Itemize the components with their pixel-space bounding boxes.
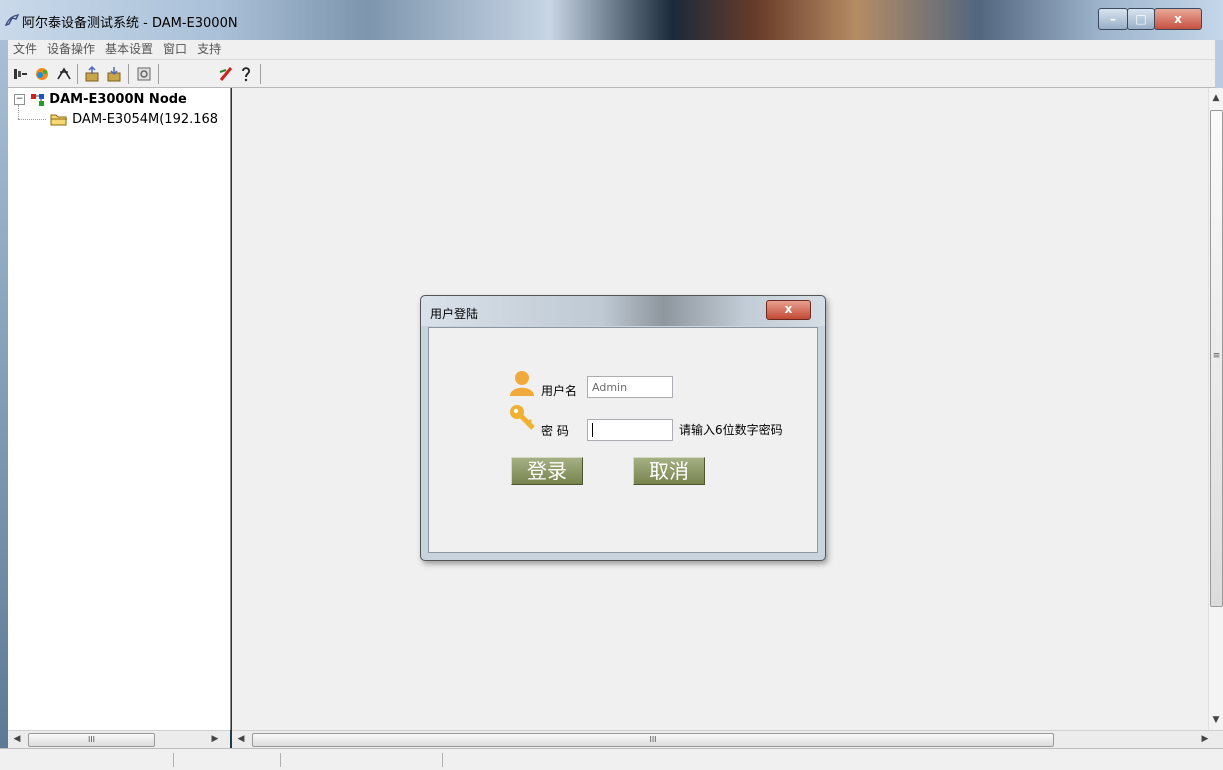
username-label: 用户名 — [541, 384, 578, 398]
toolbar-separator — [128, 64, 129, 84]
tree-root-node[interactable]: − DAM-E3000N Node — [14, 92, 187, 107]
user-icon — [509, 370, 535, 396]
scroll-left-icon[interactable]: ◀ — [234, 731, 248, 747]
scroll-grip: ≡ — [1212, 351, 1221, 361]
network-node-icon — [31, 93, 45, 106]
title-bar: 阿尔泰设备测试系统 - DAM-E3000N – □ x — [0, 0, 1223, 40]
toolbar-separator — [260, 64, 261, 84]
menu-file[interactable]: 文件 — [8, 40, 42, 59]
device-tree: − DAM-E3000N Node DAM-E3054M(192.168 — [8, 88, 231, 730]
paint-icon[interactable] — [218, 66, 234, 82]
close-button[interactable]: x — [1154, 8, 1202, 30]
dialog-close-button[interactable]: x — [766, 300, 811, 320]
close-icon: x — [1174, 12, 1182, 26]
window-title: 阿尔泰设备测试系统 - DAM-E3000N — [22, 16, 238, 31]
tree-child-node[interactable]: DAM-E3054M(192.168 — [50, 112, 218, 127]
menu-window[interactable]: 窗口 — [158, 40, 192, 59]
menu-basic-settings[interactable]: 基本设置 — [100, 40, 158, 59]
dialog-title-bar: 用户登陆 x — [421, 296, 825, 326]
upload-icon[interactable] — [84, 65, 100, 82]
password-label: 密 码 — [541, 424, 569, 438]
tree-child-label: DAM-E3054M(192.168 — [72, 112, 219, 127]
password-input[interactable] — [587, 419, 673, 441]
scroll-right-icon[interactable]: ▶ — [208, 731, 222, 747]
login-button[interactable]: 登录 — [511, 457, 583, 485]
scroll-right-icon[interactable]: ▶ — [1198, 731, 1212, 747]
toolbar-separator — [77, 64, 78, 84]
status-panel — [175, 753, 281, 767]
dialog-body: 用户名 密 码 请输入6位数字密码 登录 取消 — [428, 327, 818, 553]
maximize-button[interactable]: □ — [1127, 8, 1155, 30]
disconnect-icon[interactable] — [56, 66, 72, 82]
settings-icon[interactable] — [136, 66, 152, 82]
connect-icon[interactable] — [12, 66, 28, 82]
status-bar — [0, 748, 1223, 770]
tree-root-label: DAM-E3000N Node — [49, 92, 187, 107]
password-hint: 请输入6位数字密码 — [679, 423, 783, 437]
status-panel — [8, 753, 174, 767]
main-horizontal-scrollbar[interactable]: ◀ III ▶ — [232, 730, 1223, 748]
download-icon[interactable] — [106, 66, 122, 82]
login-dialog: 用户登陆 x 用户名 密 码 请输入6位数字密码 登录 取消 — [420, 295, 826, 561]
status-panel — [282, 753, 443, 767]
scroll-down-icon[interactable]: ▼ — [1209, 712, 1223, 728]
scroll-thumb[interactable]: ≡ — [1210, 110, 1223, 607]
status-panel — [444, 753, 644, 767]
scroll-grip: III — [87, 735, 96, 744]
tree-line — [18, 119, 46, 121]
collapse-icon[interactable]: − — [14, 94, 25, 105]
scroll-left-icon[interactable]: ◀ — [10, 731, 24, 747]
help-icon[interactable] — [238, 66, 254, 82]
menu-support[interactable]: 支持 — [192, 40, 226, 59]
scroll-grip: III — [649, 735, 657, 744]
close-icon: x — [784, 302, 793, 316]
tree-line — [18, 105, 20, 119]
menu-bar: 文件 设备操作 基本设置 窗口 支持 — [8, 40, 1215, 60]
main-vertical-scrollbar[interactable]: ▲ ≡ ▼ — [1208, 88, 1223, 730]
username-input[interactable] — [587, 376, 673, 398]
dialog-title: 用户登陆 — [430, 307, 479, 321]
window-border-left — [0, 40, 8, 748]
minimize-icon: – — [1110, 12, 1116, 26]
folder-icon — [50, 113, 68, 126]
cancel-button[interactable]: 取消 — [633, 457, 705, 485]
toolbar-separator — [158, 64, 159, 84]
toolbar — [8, 60, 1215, 88]
tree-horizontal-scrollbar[interactable]: ◀ III ▶ — [8, 730, 230, 748]
maximize-icon: □ — [1135, 12, 1147, 26]
scroll-thumb[interactable]: III — [252, 733, 1054, 747]
menu-device-operation[interactable]: 设备操作 — [42, 40, 100, 59]
minimize-button[interactable]: – — [1098, 8, 1128, 30]
scroll-thumb[interactable]: III — [28, 733, 155, 747]
app-icon — [4, 12, 20, 28]
window-border-right — [1215, 40, 1223, 88]
key-icon — [509, 404, 535, 430]
scroll-up-icon[interactable]: ▲ — [1209, 90, 1223, 106]
text-cursor — [592, 423, 593, 437]
search-device-icon[interactable] — [34, 66, 50, 82]
